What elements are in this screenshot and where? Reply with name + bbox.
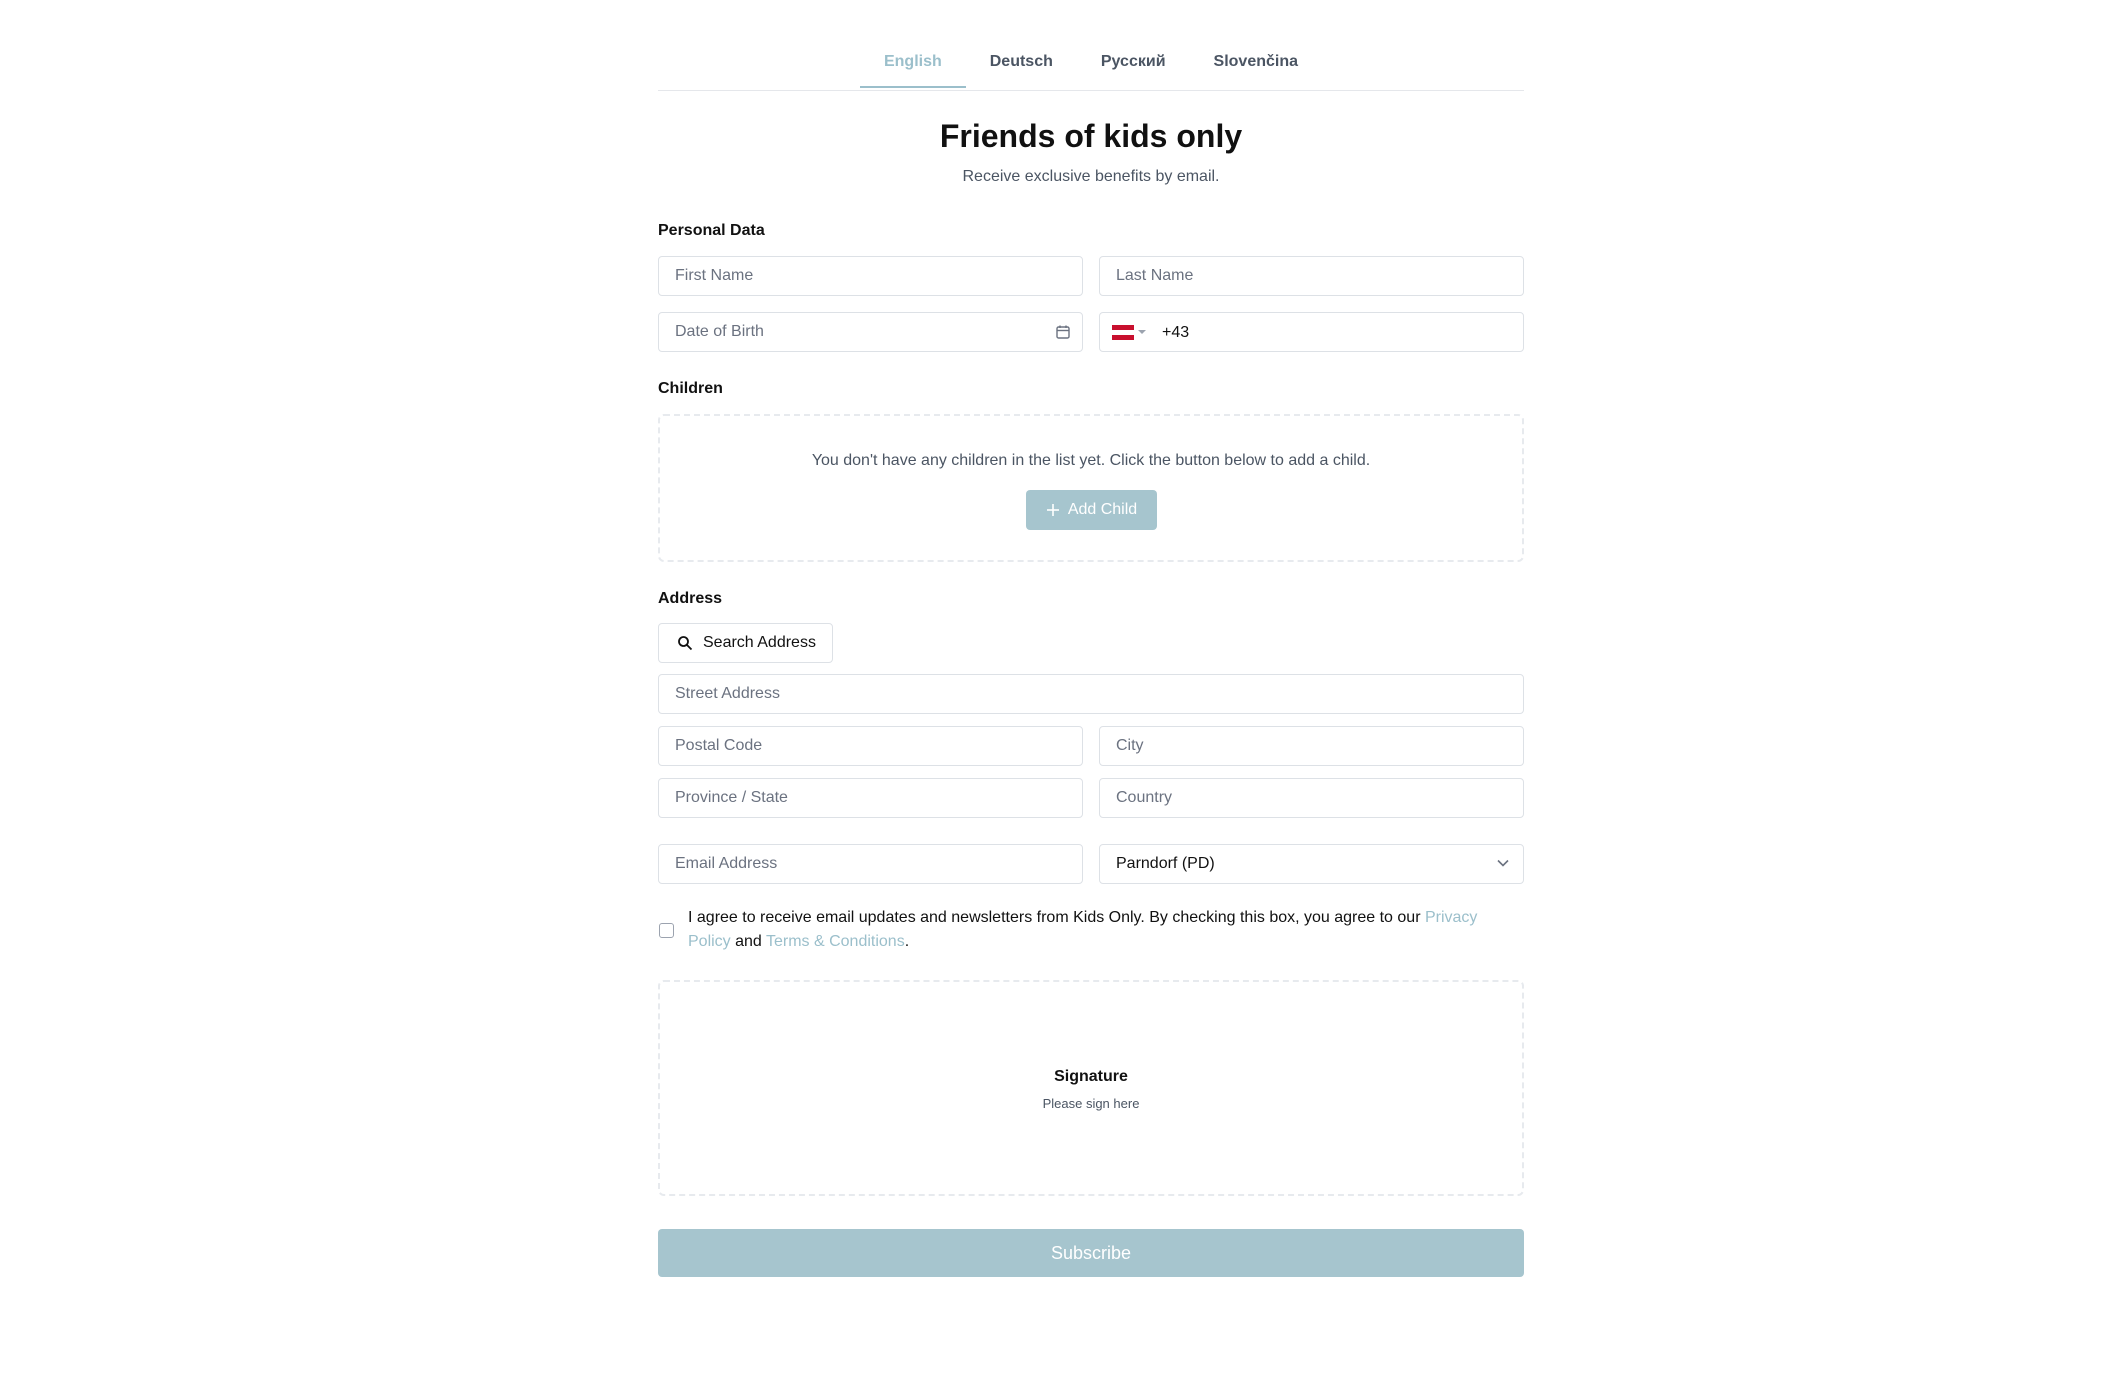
email-input[interactable] <box>658 844 1083 884</box>
postal-code-input[interactable] <box>658 726 1083 766</box>
page-subtitle: Receive exclusive benefits by email. <box>962 168 1220 185</box>
calendar-icon[interactable] <box>1055 324 1071 340</box>
province-input[interactable] <box>658 778 1083 818</box>
search-address-button[interactable]: Search Address <box>658 623 833 663</box>
address-heading: Address <box>658 590 723 607</box>
children-empty-message: You don't have any children in the list … <box>811 452 1371 469</box>
consent-text-before: I agree to receive email updates and new… <box>688 909 1425 926</box>
date-of-birth-field <box>658 312 1083 352</box>
phone-field <box>1099 312 1524 353</box>
tab-deutsch[interactable]: Deutsch <box>966 40 1077 88</box>
children-empty-state: You don't have any children in the list … <box>658 414 1524 562</box>
phone-input[interactable] <box>1160 313 1514 353</box>
signature-hint: Please sign here <box>1042 1096 1140 1111</box>
consent-text-middle: and <box>730 933 766 950</box>
consent-text: I agree to receive email updates and new… <box>688 906 1518 954</box>
search-icon <box>678 636 693 651</box>
consent-checkbox[interactable] <box>659 923 674 938</box>
tab-slovencina[interactable]: Slovenčina <box>1190 40 1322 88</box>
first-name-input[interactable] <box>658 256 1083 296</box>
consent-text-after: . <box>904 933 910 950</box>
page-title: Friends of kids only <box>939 118 1243 154</box>
street-address-input[interactable] <box>658 674 1524 714</box>
tab-english[interactable]: English <box>859 40 966 88</box>
subscribe-button[interactable]: Subscribe <box>658 1229 1524 1277</box>
signature-pad[interactable]: Signature Please sign here <box>658 980 1524 1196</box>
personal-data-heading: Personal Data <box>658 222 765 239</box>
chevron-down-icon <box>1497 859 1509 867</box>
children-heading: Children <box>658 380 723 397</box>
add-child-label: Add Child <box>1067 501 1138 518</box>
language-tabs: English Deutsch Русский Slovenčina <box>658 40 1524 91</box>
plus-icon <box>1046 504 1059 516</box>
last-name-input[interactable] <box>1099 256 1524 296</box>
country-chevron-icon[interactable] <box>1138 330 1146 334</box>
city-input[interactable] <box>1099 726 1524 766</box>
store-select[interactable]: Parndorf (PD) <box>1099 844 1524 884</box>
store-select-value: Parndorf (PD) <box>1116 855 1215 872</box>
date-of-birth-input[interactable] <box>658 312 1083 352</box>
austria-flag-icon[interactable] <box>1112 325 1134 340</box>
country-input[interactable] <box>1099 778 1524 818</box>
tab-russian[interactable]: Русский <box>1077 40 1190 88</box>
signature-title: Signature <box>1054 1068 1128 1085</box>
add-child-button[interactable]: Add Child <box>1026 490 1157 530</box>
terms-link[interactable]: Terms & Conditions <box>766 933 905 950</box>
search-address-label: Search Address <box>703 634 816 651</box>
